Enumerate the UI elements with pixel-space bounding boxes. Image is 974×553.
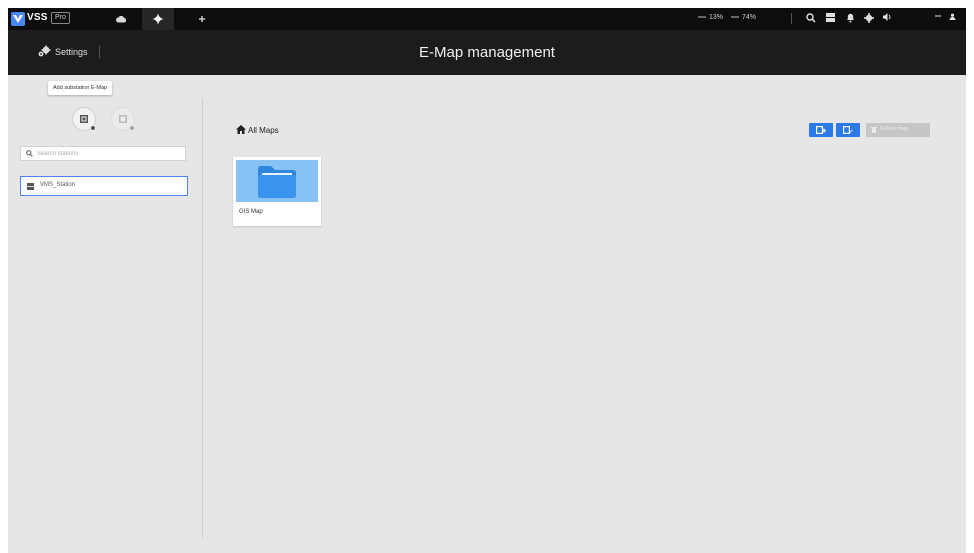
bell-icon[interactable] xyxy=(846,13,858,25)
memory-usage: 74% xyxy=(731,14,756,21)
add-map-button[interactable] xyxy=(809,123,833,137)
home-icon xyxy=(236,125,246,134)
cloud-icon xyxy=(116,15,126,23)
station-search[interactable] xyxy=(20,146,186,161)
topbar-divider xyxy=(791,13,792,24)
top-bar: VSS Pro 13% 74% xyxy=(8,8,966,30)
tab-settings[interactable] xyxy=(142,8,174,30)
app-window: VSS Pro 13% 74% Settings E-Map managemen… xyxy=(8,8,966,553)
station-label: VMS_Station xyxy=(40,182,76,188)
breadcrumb-label: All Maps xyxy=(248,126,279,135)
delete-map-label: Delete map xyxy=(880,126,909,132)
add-map-icon xyxy=(816,126,826,134)
minimize-icon[interactable] xyxy=(935,13,947,25)
delete-icon xyxy=(871,127,877,133)
panel-divider xyxy=(202,98,203,538)
delete-map-button[interactable]: Delete map xyxy=(866,123,930,137)
tab-add[interactable] xyxy=(186,8,218,30)
remove-substation-map-button[interactable] xyxy=(111,107,135,131)
search-icon xyxy=(26,150,33,157)
cpu-value: 13% xyxy=(709,14,724,21)
map-icon xyxy=(80,115,88,123)
cpu-usage: 13% xyxy=(698,14,723,21)
remove-badge-icon xyxy=(129,125,135,131)
edit-map-icon xyxy=(843,126,853,134)
settings-icon[interactable] xyxy=(864,13,876,25)
add-substation-tooltip: Add substation E-Map xyxy=(48,81,113,95)
tab-cloud[interactable] xyxy=(105,8,137,30)
app-logo-text: VSS xyxy=(27,12,48,23)
plus-icon xyxy=(199,16,205,22)
edition-badge: Pro xyxy=(51,12,70,24)
memory-value: 74% xyxy=(742,14,757,21)
search-input[interactable] xyxy=(37,148,177,159)
grid-icon[interactable] xyxy=(826,13,838,25)
add-badge-icon xyxy=(90,125,96,131)
station-icon xyxy=(27,183,34,190)
add-substation-map-button[interactable] xyxy=(72,107,96,131)
page-title: E-Map management xyxy=(419,44,555,61)
gear-icon xyxy=(153,14,163,24)
page-header: Settings E-Map management xyxy=(8,30,966,75)
map-icon xyxy=(119,115,127,123)
map-list-area: All Maps Delete map GIS Map xyxy=(204,75,966,553)
user-icon[interactable] xyxy=(949,13,961,25)
map-label: GIS Map xyxy=(239,209,263,215)
folder-icon xyxy=(258,166,296,198)
vivotek-logo-icon xyxy=(11,12,25,26)
station-panel: Add substation E-Map VMS_Station xyxy=(8,75,198,553)
memory-bar xyxy=(731,16,739,19)
edit-map-button[interactable] xyxy=(836,123,860,137)
volume-icon[interactable] xyxy=(883,13,895,25)
map-thumbnail xyxy=(236,160,318,202)
map-card[interactable]: GIS Map xyxy=(233,157,321,226)
station-item[interactable]: VMS_Station xyxy=(20,176,188,196)
cpu-bar xyxy=(698,16,706,19)
search-icon[interactable] xyxy=(806,13,818,25)
